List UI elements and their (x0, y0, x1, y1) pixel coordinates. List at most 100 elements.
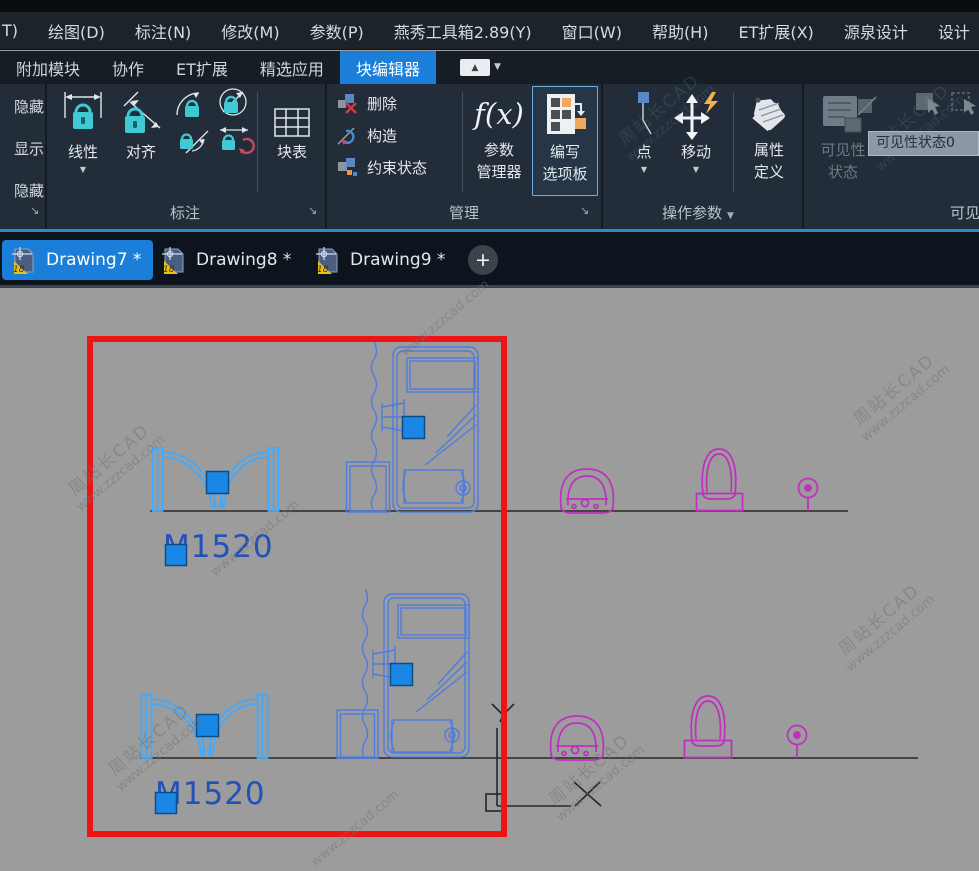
button-label: 约束状态 (367, 159, 427, 178)
toilet-front-bottom[interactable] (551, 716, 604, 760)
button-label: 可见性 (820, 141, 865, 160)
file-tab-drawing9[interactable]: 18 Drawing9 * (306, 240, 457, 280)
block-table-icon (273, 88, 311, 140)
toilet-side-top[interactable] (697, 449, 743, 511)
button-label: 编写 (550, 143, 580, 162)
stub-hide-button[interactable]: 隐藏 (0, 96, 44, 117)
selection-rectangle[interactable] (90, 339, 504, 834)
grip-tag-top[interactable] (166, 545, 187, 566)
menu-draw[interactable]: 绘图(D) (33, 19, 120, 43)
linear-parameter-button[interactable]: 线性 ▼ (54, 88, 112, 174)
move-parameter-icon (672, 88, 720, 140)
panel-title-manage: 管理 (330, 202, 598, 224)
stub-panel-launcher[interactable]: ↘ (30, 204, 39, 217)
menu-yuanquan-design[interactable]: 源泉设计 (829, 19, 923, 43)
drain-symbol-top[interactable] (799, 479, 818, 512)
ribbon-minimize-dropdown[interactable]: ▼ (494, 62, 501, 84)
menu-window[interactable]: 窗口(W) (547, 19, 637, 43)
chevron-down-icon[interactable]: ▼ (727, 211, 734, 221)
flip-constraint-button[interactable] (218, 126, 256, 150)
button-label: 参数 (484, 141, 514, 160)
file-tab-bar: 18 Drawing7 * 18 Drawing8 * 18 Drawing9 … (0, 232, 979, 285)
grip-tag-bottom[interactable] (156, 793, 177, 814)
button-label: 管理器 (476, 163, 521, 182)
block-table-button[interactable]: 块表 (263, 88, 321, 162)
grip-fixture-top[interactable] (403, 417, 425, 439)
menu-clipped[interactable]: 设计 (923, 19, 979, 43)
construction-button[interactable]: 构造 (337, 124, 397, 148)
button-label: 属性 (754, 141, 784, 160)
stub-show-button[interactable]: 显示 (0, 138, 44, 159)
ribbon-tab-collaborate[interactable]: 协作 (96, 51, 160, 84)
menu-help[interactable]: 帮助(H) (637, 19, 724, 43)
drain-symbol-bottom[interactable] (788, 726, 807, 759)
ribbon-tab-et[interactable]: ET扩展 (160, 51, 244, 84)
move-parameter-button[interactable]: 移动 ▼ (666, 88, 726, 174)
menu-yanxiu-toolbox[interactable]: 燕秀工具箱2.89(Y) (379, 19, 547, 43)
ribbon-tab-block-editor[interactable]: 块编辑器 (340, 51, 436, 84)
button-label: 移动 (681, 143, 711, 162)
ribbon-tab-addons[interactable]: 附加模块 (0, 51, 96, 84)
radial-constraint-button[interactable] (215, 90, 251, 114)
dwg-file-icon: 18 (160, 246, 187, 274)
aligned-dimension-icon (118, 88, 164, 140)
ribbon-tab-featured[interactable]: 精选应用 (244, 51, 340, 84)
new-drawing-button[interactable]: + (468, 245, 498, 275)
cad-block-editor-window: { "menu": { "items": [ {"label":"T)"}, {… (0, 0, 979, 862)
point-parameter-button[interactable]: 点 ▼ (622, 88, 666, 174)
button-label: 线性 (68, 143, 98, 162)
group-divider (462, 92, 463, 192)
chevron-down-icon: ▼ (494, 62, 501, 72)
panel-divider (802, 84, 804, 229)
button-label: 删除 (367, 95, 397, 114)
ucs-x-axis-label (574, 782, 601, 806)
attribute-definition-button[interactable]: 属性 定义 (738, 86, 800, 182)
angular-constraint-button[interactable] (175, 92, 209, 116)
grip-door-bottom[interactable] (197, 715, 219, 737)
title-strip (0, 0, 979, 12)
drawing-canvas[interactable]: M1520 (0, 285, 979, 862)
grip-fixture-bottom[interactable] (391, 664, 413, 686)
chevron-up-icon: ▲ (471, 63, 478, 73)
menu-tools-partial[interactable]: T) (0, 21, 33, 40)
panel-title-text: 操作参数 (662, 204, 722, 222)
toilet-side-bottom[interactable] (685, 696, 732, 758)
delete-constraint-button[interactable]: 删除 (337, 92, 397, 116)
parameter-manager-button[interactable]: f(x) 参数 管理器 (467, 86, 531, 182)
rotation-constraint-button[interactable] (178, 128, 212, 152)
file-tab-label: Drawing9 * (350, 250, 445, 270)
chevron-down-icon[interactable]: ▼ (80, 165, 86, 174)
chevron-down-icon[interactable]: ▼ (693, 165, 699, 174)
svg-text:18: 18 (317, 265, 329, 274)
menu-modify[interactable]: 修改(M) (206, 19, 294, 43)
make-invisible-button (950, 92, 978, 116)
menu-dimension[interactable]: 标注(N) (120, 19, 206, 43)
file-tab-drawing8[interactable]: 18 Drawing8 * (152, 240, 303, 280)
button-label: 块表 (277, 143, 307, 162)
stub-hide2-button[interactable]: 隐藏 (0, 180, 44, 201)
menu-parametric[interactable]: 参数(P) (295, 19, 379, 43)
ribbon: 隐藏 显示 隐藏 ↘ 线性 ▼ (0, 84, 979, 229)
panel-divider (325, 84, 327, 229)
chevron-down-icon[interactable]: ▼ (641, 165, 647, 174)
file-tab-drawing7[interactable]: 18 Drawing7 * (2, 240, 153, 280)
grip-door-top[interactable] (207, 472, 229, 494)
visibility-mode-button (856, 94, 878, 118)
button-label: 点 (636, 143, 651, 162)
authoring-palettes-button[interactable]: 编写 选项板 (532, 86, 598, 196)
panel-divider (601, 84, 603, 229)
menu-bar: T) 绘图(D) 标注(N) 修改(M) 参数(P) 燕秀工具箱2.89(Y) … (0, 12, 979, 50)
dwg-file-icon: 18 (10, 246, 37, 274)
ribbon-tab-bar: 附加模块 协作 ET扩展 精选应用 块编辑器 ▲ ▼ (0, 51, 979, 84)
dimension-panel-launcher[interactable]: ↘ (308, 204, 317, 217)
block-editor-viewport: M1520 (0, 285, 979, 862)
toilet-front-top[interactable] (561, 469, 614, 513)
svg-text:18: 18 (13, 265, 25, 274)
manage-panel-launcher[interactable]: ↘ (580, 204, 589, 217)
constraint-status-button[interactable]: 约束状态 (337, 156, 427, 180)
ribbon-minimize-button[interactable]: ▲ (460, 59, 490, 76)
aligned-parameter-button[interactable]: 对齐 (113, 88, 169, 162)
menu-et-extension[interactable]: ET扩展(X) (723, 19, 828, 43)
panel-title-visibility: 可见性 (950, 202, 979, 224)
make-visible-button (914, 92, 942, 116)
